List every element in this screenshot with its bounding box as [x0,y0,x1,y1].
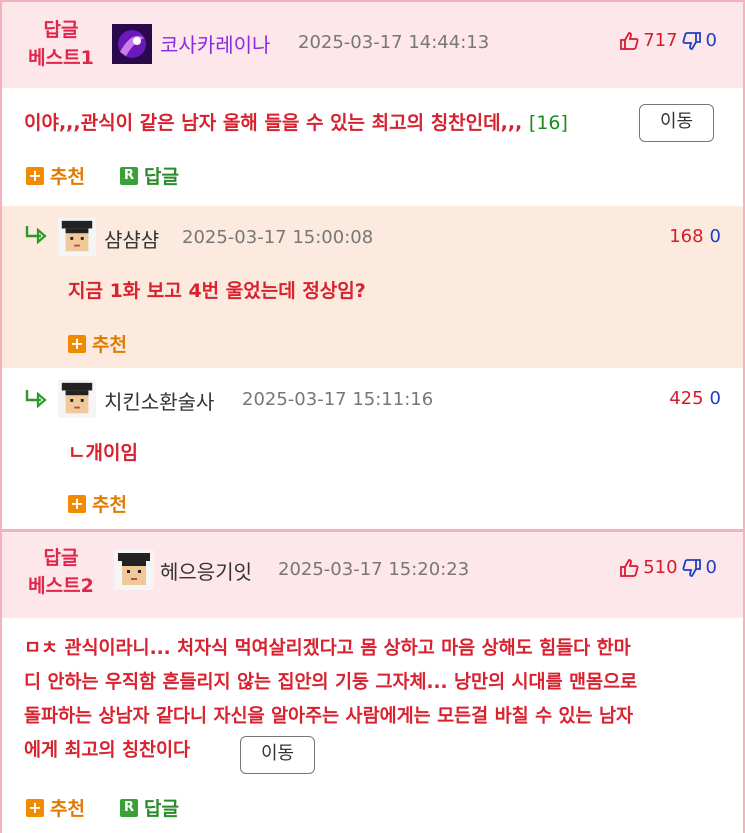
upvote-count: 425 [669,388,704,409]
recommend-button[interactable]: + 추천 [26,162,85,189]
best-label: 답글 베스트1 [26,16,96,72]
nickname[interactable]: 샴샴샴 [104,224,159,253]
timestamp: 2025-03-17 15:20:23 [278,559,470,580]
nickname[interactable]: 코사카레이나 [160,29,270,58]
move-button[interactable]: 이동 [639,104,714,142]
best-label-line2: 베스트2 [28,575,94,597]
reply-count[interactable]: [16] [529,112,568,134]
sub-reply-2: 치킨소환술사 2025-03-17 15:11:16 425 0 ㄴ개이임 + 추… [0,368,745,530]
comment-line: ㅁㅊ 관식이라니... 처자식 먹여살리겠다고 몸 상하고 마음 상해도 힘들다… [24,638,631,659]
avatar[interactable] [114,550,154,590]
best-reply-2-body: ㅁㅊ 관식이라니... 처자식 먹여살리겠다고 몸 상하고 마음 상해도 힘들다… [0,618,745,833]
recommend-button[interactable]: + 추천 [26,794,85,821]
thumbs-up-icon[interactable] [619,31,639,51]
best-label-line1: 답글 [43,547,79,569]
nickname[interactable]: 헤으응기잇 [160,556,252,585]
best-reply-2-header: 답글 베스트2 헤으응기잇 2025-03-17 15:20:23 510 0 [0,532,745,618]
timestamp: 2025-03-17 15:00:08 [182,227,374,248]
comment-line: 돌파하는 상남자 같다니 자신을 알아주는 사람에게는 모든걸 바칠 수 있는 … [24,706,634,727]
best-label: 답글 베스트2 [26,544,96,600]
recommend-label: 추천 [50,798,85,820]
comment-line: 에게 최고의 칭찬이다 [24,740,191,761]
reply-button[interactable]: R 답글 [120,794,179,821]
plus-icon: + [26,798,44,817]
vote-counts: 717 0 [619,30,717,51]
thumbs-up-icon[interactable] [619,558,639,578]
nickname[interactable]: 치킨소환술사 [104,386,214,415]
best-reply-1-body: 이야,,,관식이 같은 남자 올해 들을 수 있는 최고의 칭찬인데,,, [1… [0,88,745,206]
upvote-count: 717 [643,30,678,51]
comment-text: 지금 1화 보고 4번 울었는데 정상임? [68,280,366,302]
r-icon: R [120,798,138,817]
best-label-line1: 답글 [43,19,79,41]
plus-icon: + [68,334,86,353]
reply-label: 답글 [144,166,179,188]
recommend-label: 추천 [50,166,85,188]
reply-label: 답글 [144,798,179,820]
avatar[interactable] [58,380,96,418]
comment-line: 디 안하는 우직함 흔들리지 않는 집안의 기둥 그자체... 낭만의 시대를 … [24,672,638,693]
move-button[interactable]: 이동 [240,736,315,774]
reply-button[interactable]: R 답글 [120,162,179,189]
upvote-count: 168 [669,226,704,247]
comment-text: ㅁㅊ 관식이라니... 처자식 먹여살리겠다고 몸 상하고 마음 상해도 힘들다… [24,632,724,768]
recommend-label: 추천 [92,494,127,516]
downvote-count: 0 [709,226,721,247]
r-icon: R [120,166,138,185]
comment-text-content: 이야,,,관식이 같은 남자 올해 들을 수 있는 최고의 칭찬인데,,, [24,112,523,134]
vote-counts: 168 0 [669,226,721,247]
avatar[interactable] [58,218,96,256]
reply-arrow-icon [25,390,47,408]
recommend-button[interactable]: + 추천 [68,490,127,517]
sub-reply-1: 샴샴샴 2025-03-17 15:00:08 168 0 지금 1화 보고 4번… [0,206,745,368]
comment-text: 이야,,,관식이 같은 남자 올해 들을 수 있는 최고의 칭찬인데,,, [1… [24,106,568,140]
vote-counts: 510 0 [619,557,717,578]
downvote-count: 0 [709,388,721,409]
plus-icon: + [26,166,44,185]
timestamp: 2025-03-17 15:11:16 [242,389,434,410]
upvote-count: 510 [643,557,678,578]
recommend-label: 추천 [92,334,127,356]
thumbs-down-icon[interactable] [682,31,702,51]
downvote-count: 0 [705,30,717,51]
best-reply-1-header: 답글 베스트1 코사카레이나 2025-03-17 14:44:13 717 0 [0,0,745,88]
plus-icon: + [68,494,86,513]
timestamp: 2025-03-17 14:44:13 [298,32,490,53]
best-label-line2: 베스트1 [28,47,94,69]
thumbs-down-icon[interactable] [682,558,702,578]
vote-counts: 425 0 [669,388,721,409]
downvote-count: 0 [705,557,717,578]
comment-text: ㄴ개이임 [68,442,138,464]
avatar[interactable] [112,24,152,64]
reply-arrow-icon [25,226,47,244]
recommend-button[interactable]: + 추천 [68,330,127,357]
